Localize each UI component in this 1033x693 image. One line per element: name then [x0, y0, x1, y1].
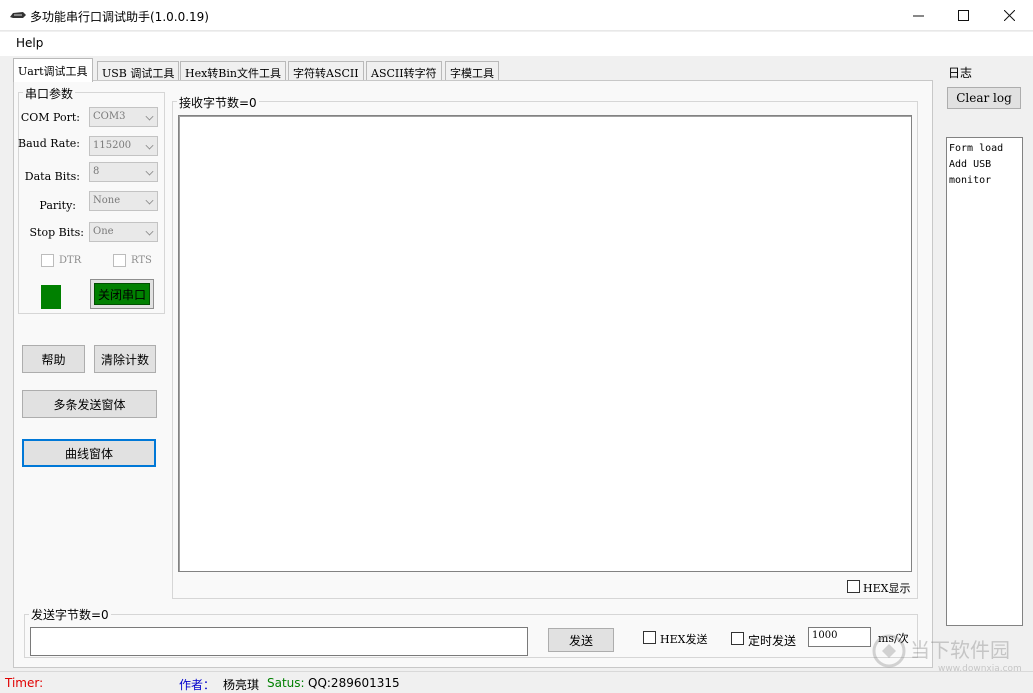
timer-label: Timer:	[5, 676, 44, 690]
serial-params-title: 串口参数	[23, 85, 76, 102]
log-line: Form load	[949, 143, 1004, 154]
satus-label: Satus:	[267, 676, 305, 690]
close-icon	[1003, 10, 1015, 21]
data-bits-label: Data Bits:	[24, 170, 80, 183]
stop-bits-value: One	[93, 226, 114, 237]
author-name: 杨亮琪	[223, 678, 260, 692]
hex-display-label: HEX显示	[863, 582, 911, 595]
log-title: 日志	[948, 66, 973, 80]
hex-send-checkbox[interactable]	[643, 631, 656, 644]
tab-ascii-char[interactable]: ASCII转字符	[366, 61, 442, 81]
baud-rate-value: 115200	[93, 140, 132, 151]
menu-bar: Help	[0, 32, 1033, 56]
baud-rate-label: Baud Rate:	[18, 137, 80, 150]
parity-select[interactable]: None	[89, 191, 158, 211]
tab-usb[interactable]: USB 调试工具	[97, 61, 180, 81]
maximize-button[interactable]	[940, 0, 986, 31]
log-list[interactable]: Form load Add USB monitor	[946, 137, 1023, 626]
clear-log-button[interactable]: Clear log	[947, 87, 1021, 109]
close-button[interactable]	[986, 0, 1032, 31]
author-label: 作者：	[179, 678, 216, 692]
chevron-down-icon	[145, 167, 154, 176]
receive-textarea[interactable]	[178, 115, 912, 572]
data-bits-value: 8	[93, 166, 100, 177]
stop-bits-select[interactable]: One	[89, 222, 158, 242]
baud-rate-select[interactable]: 115200	[89, 136, 158, 156]
close-port-button[interactable]: 关闭串口	[90, 279, 154, 309]
rts-label: RTS	[131, 255, 152, 266]
chevron-down-icon	[145, 196, 154, 205]
qq-text: QQ:289601315	[308, 676, 400, 690]
send-count-label: 发送字节数=0	[29, 606, 111, 623]
rts-checkbox[interactable]	[113, 254, 126, 267]
port-status-indicator	[41, 285, 61, 309]
receive-count-label: 接收字节数=0	[177, 94, 259, 111]
chevron-down-icon	[145, 112, 154, 121]
com-port-select[interactable]: COM3	[89, 107, 158, 127]
com-port-value: COM3	[93, 111, 126, 122]
dtr-checkbox[interactable]	[41, 254, 54, 267]
tab-font-tool[interactable]: 字模工具	[445, 61, 499, 81]
title-bar: 多功能串行口调试助手(1.0.0.19)	[0, 0, 1033, 31]
app-icon	[10, 12, 26, 18]
timed-send-label: 定时发送	[748, 634, 797, 648]
tab-uart[interactable]: Uart调试工具	[13, 58, 93, 82]
parity-label: Parity:	[39, 199, 76, 212]
data-bits-select[interactable]: 8	[89, 162, 158, 182]
dtr-label: DTR	[59, 255, 82, 266]
com-port-label: COM Port:	[20, 111, 80, 124]
multi-send-button[interactable]: 多条发送窗体	[22, 390, 157, 418]
minimize-icon	[912, 15, 924, 17]
help-button[interactable]: 帮助	[22, 345, 85, 373]
window-title: 多功能串行口调试助手(1.0.0.19)	[30, 10, 209, 24]
minimize-button[interactable]	[895, 0, 941, 31]
timed-send-checkbox[interactable]	[731, 632, 744, 645]
stop-bits-label: Stop Bits:	[29, 226, 85, 239]
parity-value: None	[93, 195, 121, 206]
watermark-text: 当下软件园	[910, 638, 1010, 662]
log-line: Add USB	[949, 159, 992, 170]
clear-count-button[interactable]: 清除计数	[94, 345, 156, 373]
send-input[interactable]	[30, 627, 528, 656]
hex-send-label: HEX发送	[660, 633, 708, 646]
menu-help[interactable]: Help	[16, 36, 43, 50]
chevron-down-icon	[145, 141, 154, 150]
chevron-down-icon	[145, 227, 154, 236]
maximize-icon	[957, 10, 969, 21]
tab-char-ascii[interactable]: 字符转ASCII	[288, 61, 364, 81]
log-line: monitor	[949, 175, 992, 186]
interval-input[interactable]: 1000	[808, 627, 871, 647]
send-button[interactable]: 发送	[548, 628, 614, 652]
status-bar: Timer: 作者： 杨亮琪 Satus: QQ:289601315	[0, 671, 1033, 693]
hex-display-checkbox[interactable]	[847, 580, 860, 593]
watermark-logo-icon	[872, 634, 906, 668]
tab-hex-bin[interactable]: Hex转Bin文件工具	[180, 61, 286, 81]
close-port-label: 关闭串口	[94, 283, 150, 305]
curve-window-button[interactable]: 曲线窗体	[22, 439, 156, 467]
